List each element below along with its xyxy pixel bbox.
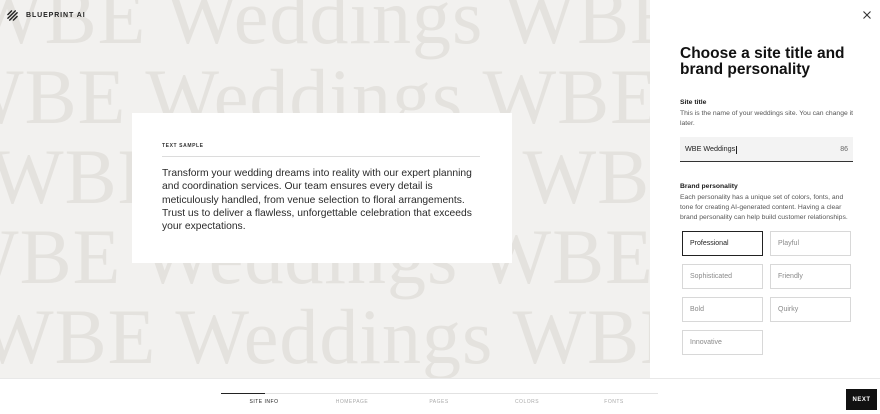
brand-name: BLUEPRINT AI: [26, 12, 86, 19]
background-watermark-text: WBE Weddings WBE Weddings WBE Weddings: [0, 293, 650, 378]
close-button[interactable]: [862, 10, 872, 20]
personality-option-professional[interactable]: Professional: [682, 231, 763, 256]
step-colors[interactable]: COLORS: [515, 399, 539, 405]
step-pages[interactable]: PAGES: [429, 399, 448, 405]
personality-option-bold[interactable]: Bold: [682, 297, 763, 322]
personality-option-sophisticated[interactable]: Sophisticated: [682, 264, 763, 289]
divider: [162, 156, 480, 157]
next-button[interactable]: NEXT: [846, 389, 877, 410]
preview-area: WBE Weddings WBE Weddings WBE Weddings W…: [0, 0, 650, 378]
footer-bar: SITE INFO HOMEPAGE PAGES COLORS FONTS NE…: [0, 378, 880, 414]
personality-option-quirky[interactable]: Quirky: [770, 297, 851, 322]
personality-option-innovative[interactable]: Innovative: [682, 330, 763, 355]
background-watermark-text: WBE Weddings WBE Weddings WBE Weddings: [0, 0, 650, 60]
brand-personality-description: Each personality has a unique set of col…: [680, 194, 848, 221]
close-icon: [863, 11, 871, 19]
character-count: 86: [840, 145, 848, 153]
site-title-description: This is the name of your weddings site. …: [680, 110, 854, 127]
settings-panel: Choose a site title and brand personalit…: [650, 0, 880, 378]
site-title-label: Site title: [680, 99, 707, 106]
text-caret: [735, 145, 737, 154]
text-sample-body: Transform your wedding dreams into reali…: [162, 168, 472, 233]
step-homepage[interactable]: HOMEPAGE: [336, 399, 369, 405]
brand-personality-label: Brand personality: [680, 183, 738, 190]
blueprint-logo-icon: [6, 9, 19, 22]
site-title-input[interactable]: WBE Weddings 86: [680, 137, 853, 162]
site-title-value-wrap: WBE Weddings: [685, 144, 840, 154]
step-progress-bar: [221, 392, 658, 394]
site-title-value: WBE Weddings: [685, 144, 736, 154]
brand-logo: BLUEPRINT AI: [6, 9, 86, 22]
step-site-info[interactable]: SITE INFO: [250, 399, 279, 405]
text-sample-card: TEXT SAMPLE Transform your wedding dream…: [132, 113, 512, 263]
text-sample-label: TEXT SAMPLE: [162, 143, 204, 149]
personality-option-friendly[interactable]: Friendly: [770, 264, 851, 289]
step-progress-fill: [221, 392, 265, 394]
panel-title: Choose a site title and brand personalit…: [680, 45, 845, 78]
step-fonts[interactable]: FONTS: [604, 399, 623, 405]
personality-option-playful[interactable]: Playful: [770, 231, 851, 256]
